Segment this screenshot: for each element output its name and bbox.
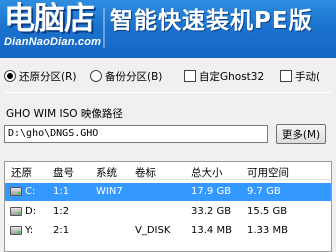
table-row[interactable]: D: 1:2 33.2 GB 15.5 GB xyxy=(5,203,331,221)
col-system[interactable]: 系统 xyxy=(96,165,117,180)
drive-letter: C: xyxy=(25,186,36,197)
drive-icon xyxy=(10,226,22,235)
free-space: 1.33 MB xyxy=(247,225,288,236)
system-name: WIN7 xyxy=(96,186,123,197)
app-title: 智能快速装机PE版 xyxy=(110,8,313,34)
col-restore[interactable]: 还原 xyxy=(11,165,32,180)
disk-number: 1:2 xyxy=(53,206,70,217)
partition-table: 还原 盘号 系统 卷标 总大小 可用空间 C: 1:1 WIN7 17.9 GB… xyxy=(4,161,332,252)
backup-partition-option[interactable]: 备份分区(B) xyxy=(90,68,162,84)
radio-unselected-icon[interactable] xyxy=(90,70,102,82)
image-path-label: GHO WIM ISO 映像路径 xyxy=(6,108,123,120)
checkbox-icon[interactable] xyxy=(280,70,292,82)
manual-option[interactable]: 手动( xyxy=(280,68,320,84)
volume-label: V_DISK xyxy=(135,225,171,236)
total-size: 17.9 GB xyxy=(191,186,232,197)
drive-icon xyxy=(10,207,22,216)
drive-icon xyxy=(10,187,22,196)
disk-number: 1:1 xyxy=(53,186,70,197)
mode-options: 还原分区(R) 备份分区(B) 自定Ghost32 手动( xyxy=(0,66,336,86)
restore-partition-label: 还原分区(R) xyxy=(19,70,77,83)
col-label[interactable]: 卷标 xyxy=(135,165,156,180)
free-space: 9.7 GB xyxy=(247,186,281,197)
table-row[interactable]: C: 1:1 WIN7 17.9 GB 9.7 GB xyxy=(5,183,331,201)
table-header: 还原 盘号 系统 卷标 总大小 可用空间 xyxy=(5,162,331,180)
header-banner: 电脑店 DianNaoDian.com 智能快速装机PE版 xyxy=(0,0,336,58)
radio-selected-icon[interactable] xyxy=(4,70,16,82)
table-row[interactable]: Y: 2:1 V_DISK 13.4 MB 1.33 MB xyxy=(5,222,331,240)
banner-divider xyxy=(103,8,105,48)
free-space: 15.5 GB xyxy=(247,206,288,217)
custom-ghost-option[interactable]: 自定Ghost32 xyxy=(184,68,264,84)
brand-logo: 电脑店 xyxy=(4,1,95,37)
custom-ghost-label: 自定Ghost32 xyxy=(199,70,265,83)
drive-letter: D: xyxy=(25,206,37,217)
restore-partition-option[interactable]: 还原分区(R) xyxy=(4,68,77,84)
col-free-space[interactable]: 可用空间 xyxy=(247,165,289,180)
drive-letter: Y: xyxy=(25,225,34,236)
disk-number: 2:1 xyxy=(53,225,70,236)
col-total-size[interactable]: 总大小 xyxy=(191,165,223,180)
col-disk[interactable]: 盘号 xyxy=(53,165,74,180)
manual-label: 手动( xyxy=(295,70,321,83)
more-button[interactable]: 更多(M) xyxy=(276,124,326,144)
total-size: 33.2 GB xyxy=(191,206,232,217)
backup-partition-label: 备份分区(B) xyxy=(105,70,163,83)
total-size: 13.4 MB xyxy=(191,225,232,236)
checkbox-icon[interactable] xyxy=(184,70,196,82)
section-divider xyxy=(4,92,332,93)
brand-url: DianNaoDian.com xyxy=(4,36,102,48)
image-path-input[interactable]: D:\gho\DNGS.GHO xyxy=(4,125,268,143)
